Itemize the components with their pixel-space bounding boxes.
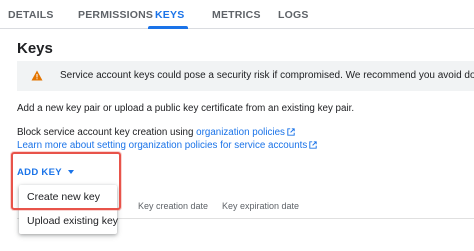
block-key-prefix: Block service account key creation using xyxy=(17,127,197,138)
learn-more-org-policies-link[interactable]: Learn more about setting organization po… xyxy=(17,140,307,151)
external-link-icon xyxy=(287,128,295,136)
page-title: Keys xyxy=(17,40,53,57)
external-link-icon xyxy=(309,141,317,149)
menu-item-create-new-key[interactable]: Create new key xyxy=(19,186,117,208)
active-tab-indicator xyxy=(148,26,188,29)
tab-permissions[interactable]: PERMISSIONS xyxy=(78,9,153,21)
column-header-key-expiration-date: Key expiration date xyxy=(222,201,300,211)
tab-keys[interactable]: KEYS xyxy=(155,9,184,21)
warning-triangle-icon xyxy=(31,70,43,81)
warning-banner: Service account keys could pose a securi… xyxy=(17,61,474,91)
tab-metrics[interactable]: METRICS xyxy=(212,9,261,21)
add-key-button[interactable]: ADD KEY xyxy=(17,161,74,183)
tab-logs[interactable]: LOGS xyxy=(278,9,309,21)
block-key-creation-text: Block service account key creation using… xyxy=(17,127,295,138)
learn-more-text: Learn more about setting organization po… xyxy=(17,140,317,151)
organization-policies-link[interactable]: organization policies xyxy=(196,127,285,138)
menu-item-upload-existing-key[interactable]: Upload existing key xyxy=(19,210,118,232)
add-key-description: Add a new key pair or upload a public ke… xyxy=(17,103,355,114)
caret-down-icon xyxy=(67,170,74,174)
tab-bar: DETAILS PERMISSIONS KEYS METRICS LOGS xyxy=(0,0,474,29)
column-header-key-creation-date: Key creation date xyxy=(138,201,209,211)
warning-text: Service account keys could pose a securi… xyxy=(60,70,474,81)
tab-details[interactable]: DETAILS xyxy=(8,9,54,21)
add-key-label: ADD KEY xyxy=(17,166,62,178)
add-key-menu: Create new key Upload existing key xyxy=(19,185,118,234)
